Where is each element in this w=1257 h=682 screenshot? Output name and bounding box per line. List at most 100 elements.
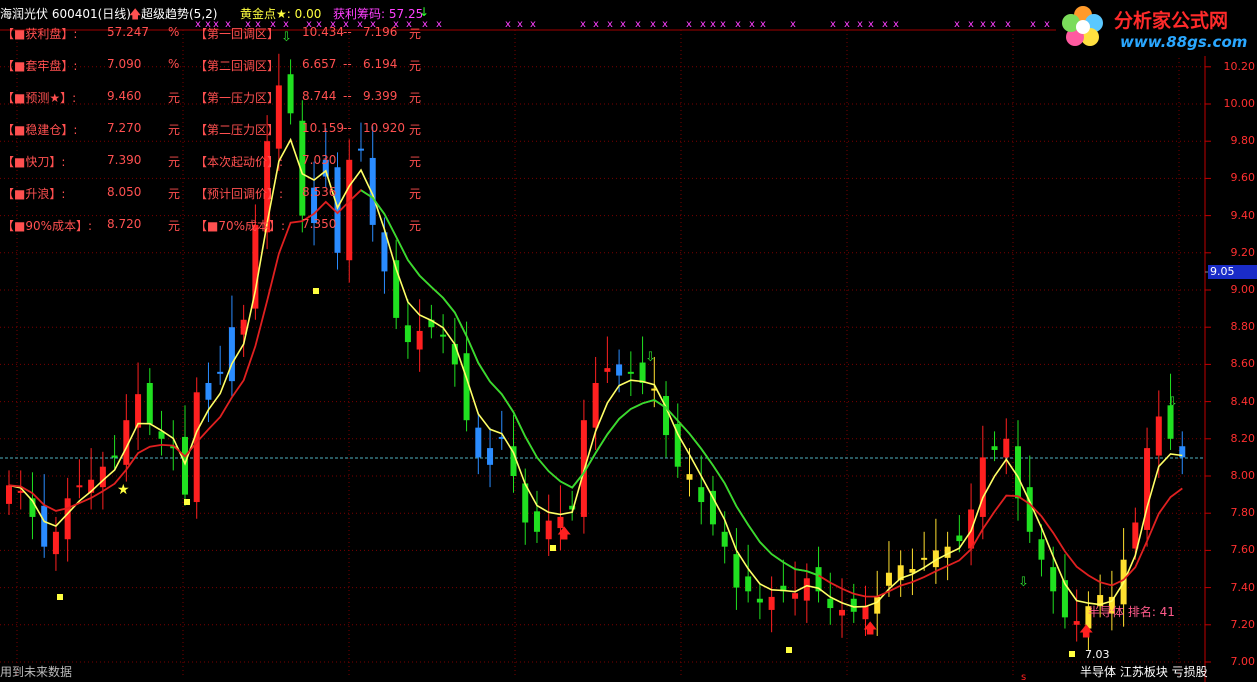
candle-body <box>592 383 599 428</box>
candle-body <box>475 427 482 458</box>
info-right-label: 【■70%成本】: <box>195 219 286 233</box>
signal-cross: x <box>882 19 888 30</box>
candle-body <box>862 606 869 620</box>
candle-body <box>803 578 810 601</box>
candle-body <box>733 554 740 588</box>
info-right-sep: -- <box>343 89 352 103</box>
candle-body <box>1038 539 1045 560</box>
current-price-tag: 9.05 <box>1208 265 1257 279</box>
info-right-value2: 9.399 <box>363 89 398 103</box>
info-left-label: 【■套牢盘】: <box>2 59 78 73</box>
info-right-value2: 6.194 <box>363 57 398 71</box>
sell-marker: s <box>1021 672 1026 682</box>
info-right-value: 7.030 <box>302 153 337 167</box>
stock-title: 海润光伏 600401(日线) <box>0 7 131 21</box>
signal-cross: x <box>662 19 668 30</box>
price-grid <box>0 0 1257 682</box>
candle-body <box>76 485 83 488</box>
candles <box>6 53 1186 651</box>
signal-cross: x <box>620 19 626 30</box>
candle-body <box>451 343 458 365</box>
axis-tick-label: 8.80 <box>1230 320 1256 334</box>
future-data-note: 用到未来数据 <box>0 665 73 679</box>
flower-logo-icon <box>1062 6 1103 46</box>
candle-body <box>41 505 48 547</box>
signal-cross: x <box>686 19 692 30</box>
yellow-square-marker <box>313 288 319 294</box>
candle-body <box>111 455 118 458</box>
axis-tick-label: 9.80 <box>1230 134 1256 148</box>
axis-tick-label: 10.20 <box>1223 59 1256 73</box>
candle-body <box>52 531 59 555</box>
signal-cross: x <box>790 19 796 30</box>
signal-cross: x <box>749 19 755 30</box>
axis-tick-label: 9.60 <box>1230 171 1256 185</box>
info-left-unit: 元 <box>168 155 181 169</box>
candle-body <box>792 593 799 599</box>
candle-body <box>850 598 857 612</box>
info-left-label: 【■预测★】: <box>2 91 77 105</box>
candle-body <box>756 598 763 603</box>
info-right-label: 【第二回调区】 <box>195 59 280 73</box>
axis-tick-label: 9.40 <box>1230 208 1256 222</box>
info-left-label: 【■90%成本】: <box>2 219 93 233</box>
signal-cross: x <box>517 19 523 30</box>
logo-url[interactable]: www.88gs.com <box>1120 33 1247 51</box>
sector-rank: 半导体 排名: 41 <box>1088 605 1175 619</box>
info-left-value: 7.090 <box>107 57 142 71</box>
candle-body <box>228 327 235 382</box>
signal-cross: x <box>968 19 974 30</box>
info-right-label: 【第一回调区】 <box>195 27 280 41</box>
candle-body <box>193 392 200 503</box>
sector-tags: 半导体 江苏板块 亏损股 <box>1080 665 1208 679</box>
info-left-value: 7.390 <box>107 153 142 167</box>
axis-tick-label: 7.00 <box>1230 655 1256 668</box>
candle-body <box>99 466 106 488</box>
signal-cross: x <box>1005 19 1011 30</box>
low-price-label: 7.03 <box>1085 648 1110 661</box>
candle-body <box>839 609 846 616</box>
info-right-label: 【本次起动价】: <box>195 155 284 169</box>
candle-body <box>745 576 752 592</box>
signal-cross: x <box>607 19 613 30</box>
candle-body <box>1155 416 1162 456</box>
signal-cross: x <box>720 19 726 30</box>
info-left-unit: 元 <box>168 219 181 233</box>
signal-cross: x <box>735 19 741 30</box>
green-down-arrow-icon: ⇩ <box>645 350 656 365</box>
info-right-value: 10.159 <box>302 121 344 135</box>
signal-cross: x <box>710 19 716 30</box>
axis-tick-label: 7.60 <box>1230 543 1256 557</box>
red-up-arrow-icon: 🡅 <box>129 7 142 21</box>
axis-tick-label: 8.60 <box>1230 357 1256 371</box>
indicator-name[interactable]: 超级趋势(5,2) <box>141 5 217 22</box>
candle-body <box>487 448 494 465</box>
signal-cross: x <box>893 19 899 30</box>
info-right-unit: 元 <box>409 27 422 41</box>
candle-body <box>1026 487 1033 532</box>
axis-tick-label: 7.20 <box>1230 617 1256 631</box>
info-left-label: 【■稳建仓】: <box>2 123 78 137</box>
info-left-unit: % <box>168 57 180 71</box>
candlestick-chart[interactable]: xxxxxxxxxxxxxxxxxxxxxxxxxxxxxxxxxxxxxxxx… <box>0 0 1257 682</box>
axis-tick-label: 9.00 <box>1230 283 1256 296</box>
signal-cross: x <box>868 19 874 30</box>
info-left-label: 【■快刀】: <box>2 155 66 169</box>
candle-body <box>956 535 963 542</box>
candle-body <box>404 325 411 343</box>
candle-body <box>921 557 928 560</box>
info-right-unit: 元 <box>409 187 422 201</box>
yellow-square-marker <box>57 594 63 600</box>
info-left-unit: 元 <box>168 123 181 137</box>
candle-body <box>639 362 646 383</box>
signal-markers: xxxxxxxxxxxxxxxxxxxxxxxxxxxxxxxxxxxxxxxx… <box>57 19 1178 682</box>
candle-body <box>698 487 705 503</box>
signal-cross: x <box>1044 19 1050 30</box>
candle-body <box>357 148 364 151</box>
candle-body <box>885 572 892 586</box>
candle-body <box>991 446 998 450</box>
candle-body <box>616 364 623 376</box>
trend-line-down <box>360 189 819 577</box>
candle-body <box>545 520 552 540</box>
gold-star-icon: ★ <box>117 482 130 498</box>
